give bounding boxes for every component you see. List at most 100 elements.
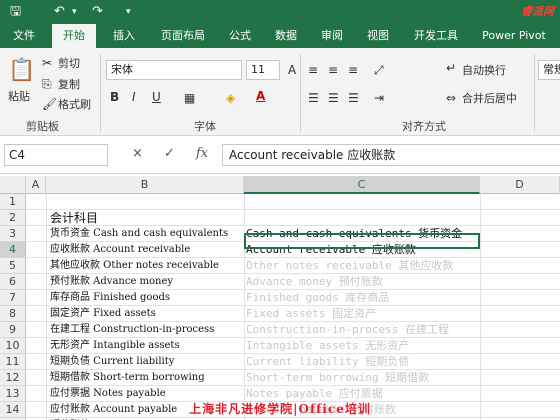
paste-icon[interactable]: 📋 (8, 56, 35, 86)
active-cell-c4[interactable] (244, 233, 480, 249)
wrap-text-button[interactable]: 自动换行 (462, 62, 506, 78)
format-painter-icon[interactable]: 🖌 (42, 96, 57, 112)
orientation-icon[interactable]: ⤢ (374, 62, 384, 78)
cell-c[interactable]: Short-term borrowing 短期借款 (246, 370, 429, 386)
cell-c[interactable]: Other notes receivable 其他应收款 (246, 258, 453, 274)
row-header[interactable]: 11 (0, 354, 26, 370)
row-header[interactable]: 4 (0, 242, 26, 258)
tab-review[interactable]: 审阅 (312, 24, 352, 48)
formula-input[interactable]: Account receivable 应收账款 (222, 144, 560, 166)
font-name-dropdown[interactable]: 宋体 (106, 60, 242, 80)
row-header[interactable]: 3 (0, 226, 26, 242)
gridline (480, 194, 481, 420)
cell-b[interactable]: 应收账款 Account receivable (50, 242, 190, 258)
column-header-d[interactable]: D (480, 176, 560, 194)
insert-function-button[interactable]: fx (196, 146, 208, 161)
cut-icon[interactable]: ✂ (42, 55, 52, 71)
align-left-icon[interactable]: ☰ (308, 90, 319, 106)
middle-align-icon[interactable]: ≡ (328, 62, 338, 78)
formula-bar: C4 × ✓ fx Account receivable 应收账款 (0, 136, 560, 174)
bottom-align-icon[interactable]: ≡ (348, 62, 358, 78)
font-size-dropdown[interactable]: 11 (246, 60, 280, 80)
gridline (46, 194, 47, 420)
cell-b[interactable]: 无形资产 Intangible assets (50, 338, 180, 354)
column-header-b[interactable]: B (46, 176, 244, 194)
bold-button[interactable]: B (110, 90, 119, 104)
merge-center-icon[interactable]: ⇔ (446, 90, 456, 106)
worksheet-grid[interactable]: A B C D 1 2 会计科目 3 货币资金 Cash and cash equiva… (0, 176, 560, 420)
row-header[interactable]: 12 (0, 370, 26, 386)
tab-formulas[interactable]: 公式 (220, 24, 260, 48)
undo-dropdown-icon[interactable]: ▾ (72, 3, 77, 21)
align-right-icon[interactable]: ☰ (348, 90, 359, 106)
cell-b[interactable]: 库存商品 Finished goods (50, 290, 170, 306)
top-align-icon[interactable]: ≡ (308, 62, 318, 78)
align-center-icon[interactable]: ☰ (328, 90, 339, 106)
row-header[interactable]: 5 (0, 258, 26, 274)
tab-file[interactable]: 文件 (2, 24, 46, 48)
cell-c[interactable]: Advance money 预付账款 (246, 274, 383, 290)
copy-button[interactable]: 复制 (58, 76, 80, 92)
font-group-label: 字体 (194, 120, 216, 133)
tab-data[interactable]: 数据 (266, 24, 306, 48)
gridline (244, 194, 245, 420)
row-header[interactable]: 7 (0, 290, 26, 306)
cell-c[interactable]: Intangible assets 无形资产 (246, 338, 409, 354)
site-logo: 睿派网 (521, 5, 554, 18)
format-painter-button[interactable]: 格式刷 (58, 96, 91, 112)
paste-button[interactable]: 粘贴 (8, 88, 30, 104)
column-header-c[interactable]: C (244, 176, 480, 194)
fill-color-icon[interactable]: ◈ (226, 90, 235, 106)
tab-home[interactable]: 开始 (52, 24, 96, 48)
clipboard-group-label: 剪贴板 (26, 120, 59, 133)
cell-c[interactable]: Current liability 短期负债 (246, 354, 409, 370)
cell-c[interactable]: Construction-in-process 在建工程 (246, 322, 449, 338)
cell-b[interactable]: 其他应收款 Other notes receivable (50, 258, 219, 274)
row-header[interactable]: 8 (0, 306, 26, 322)
redo-icon[interactable]: ↷ (92, 3, 103, 21)
save-icon[interactable]: 🖫 (10, 3, 21, 21)
cell-b[interactable]: 在建工程 Construction-in-process (50, 322, 214, 338)
border-icon[interactable]: ▦ (184, 90, 195, 106)
wrap-text-icon[interactable]: ↵ (446, 60, 456, 76)
underline-button[interactable]: U (152, 90, 161, 104)
row-header[interactable]: 6 (0, 274, 26, 290)
name-box[interactable]: C4 (4, 144, 108, 166)
row-header[interactable]: 2 (0, 210, 26, 226)
italic-button[interactable]: I (132, 90, 136, 104)
group-divider (300, 54, 301, 132)
indent-icon[interactable]: ⇥ (374, 90, 384, 106)
cell-b[interactable]: 固定资产 Fixed assets (50, 306, 156, 322)
group-divider (100, 54, 101, 132)
select-all-corner[interactable] (0, 176, 26, 194)
tab-insert[interactable]: 插入 (104, 24, 144, 48)
tab-view[interactable]: 视图 (358, 24, 398, 48)
copy-icon[interactable]: ⎘ (42, 76, 52, 92)
undo-icon[interactable]: ↶ (54, 3, 65, 21)
font-color-icon[interactable]: A (256, 88, 265, 104)
cell-c[interactable]: Finished goods 库存商品 (246, 290, 389, 306)
cell-b[interactable]: 会计科目 (50, 210, 98, 226)
increase-font-icon[interactable]: A (288, 62, 296, 78)
customize-qat-icon[interactable]: ▾ (126, 3, 131, 21)
watermark: 上海非凡进修学院|Office培训 (189, 402, 371, 416)
cell-b[interactable]: 短期负债 Current liability (50, 354, 174, 370)
column-header-a[interactable]: A (26, 176, 46, 194)
gridline (26, 209, 560, 210)
row-header[interactable]: 9 (0, 322, 26, 338)
row-header[interactable]: 1 (0, 194, 26, 210)
number-format-dropdown[interactable]: 常规 (538, 60, 560, 80)
tab-page-layout[interactable]: 页面布局 (152, 24, 214, 48)
cut-button[interactable]: 剪切 (58, 55, 80, 71)
group-divider (534, 54, 535, 132)
row-header[interactable]: 10 (0, 338, 26, 354)
cell-c[interactable]: Fixed assets 固定资产 (246, 306, 376, 322)
confirm-icon[interactable]: ✓ (164, 146, 175, 161)
cancel-icon[interactable]: × (132, 146, 143, 161)
cell-b[interactable]: 预付账款 Advance money (50, 274, 173, 290)
tab-power-pivot[interactable]: Power Pivot (474, 24, 554, 48)
cell-b[interactable]: 短期借款 Short-term borrowing (50, 370, 205, 386)
cell-b[interactable]: 货币资金 Cash and cash equivalents (50, 226, 228, 242)
tab-developer[interactable]: 开发工具 (404, 24, 468, 48)
merge-center-button[interactable]: 合并后居中 (462, 90, 517, 106)
